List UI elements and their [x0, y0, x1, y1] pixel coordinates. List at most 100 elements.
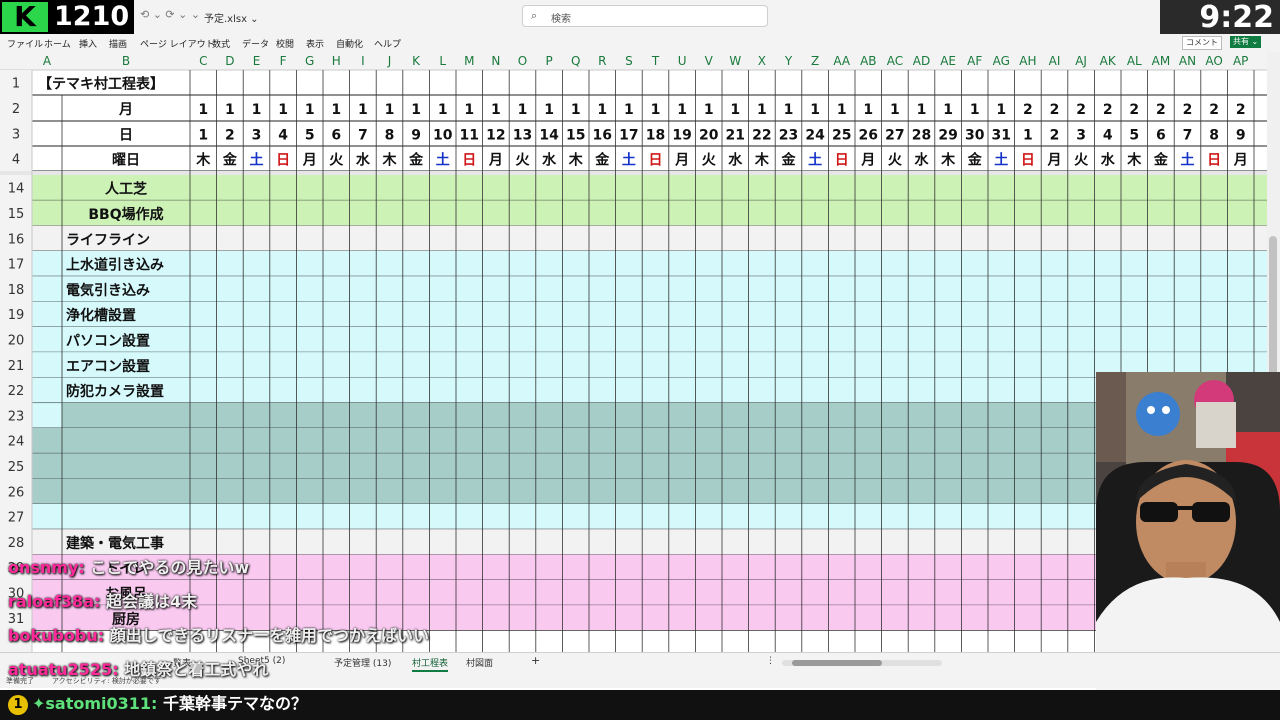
weekday-cell[interactable]: 月	[302, 153, 317, 169]
column-header[interactable]: N	[491, 54, 500, 68]
column-header[interactable]: P	[545, 54, 552, 68]
selected-cell[interactable]	[32, 403, 62, 428]
task-label[interactable]: 電気引き込み	[66, 282, 150, 299]
column-header[interactable]: AA	[833, 54, 851, 68]
task-label[interactable]: 防犯カメラ設置	[66, 383, 164, 400]
column-header[interactable]: Y	[784, 54, 793, 68]
day-cell[interactable]: 6	[1156, 128, 1166, 144]
row-number[interactable]: 18	[8, 283, 25, 298]
row-number[interactable]: 21	[8, 359, 25, 374]
column-header[interactable]: R	[598, 54, 606, 68]
menu-item[interactable]: 自動化	[336, 37, 363, 50]
month-cell[interactable]: 1	[757, 102, 767, 118]
column-header[interactable]: AF	[967, 54, 982, 68]
month-cell[interactable]: 1	[331, 102, 341, 118]
row-number[interactable]: 20	[8, 333, 25, 348]
column-header[interactable]: B	[122, 54, 130, 68]
month-cell[interactable]: 1	[252, 102, 262, 118]
weekday-cell[interactable]: 月	[674, 153, 689, 169]
row-number[interactable]: 15	[8, 207, 25, 222]
day-cell[interactable]: 4	[278, 128, 288, 144]
row-label[interactable]: 日	[119, 128, 133, 144]
file-name[interactable]: 予定.xlsx ⌄	[204, 10, 259, 25]
day-cell[interactable]: 4	[1103, 128, 1113, 144]
weekday-cell[interactable]: 金	[781, 152, 797, 169]
task-label[interactable]: パソコン設置	[66, 332, 150, 349]
weekday-cell[interactable]: 土	[994, 152, 1008, 169]
column-header[interactable]: F	[280, 54, 287, 68]
month-cell[interactable]: 1	[597, 102, 607, 118]
day-cell[interactable]: 30	[965, 128, 985, 144]
weekday-cell[interactable]: 日	[1207, 153, 1221, 169]
row-number[interactable]: 2	[12, 102, 20, 117]
row-number[interactable]: 24	[8, 435, 25, 450]
month-cell[interactable]: 1	[411, 102, 421, 118]
day-cell[interactable]: 12	[486, 128, 505, 144]
column-header[interactable]: A	[43, 54, 52, 68]
month-cell[interactable]: 1	[837, 102, 847, 118]
month-cell[interactable]: 1	[198, 102, 208, 118]
sheet-tab-village-map[interactable]: 村図面	[466, 656, 493, 669]
weekday-cell[interactable]: 日	[276, 153, 290, 169]
month-cell[interactable]: 1	[305, 102, 315, 118]
weekday-cell[interactable]: 水	[728, 152, 743, 169]
month-cell[interactable]: 1	[970, 102, 980, 118]
task-label[interactable]: 上水道引き込み	[66, 257, 164, 274]
month-cell[interactable]: 1	[358, 102, 368, 118]
month-cell[interactable]: 2	[1023, 102, 1033, 118]
weekday-cell[interactable]: 土	[1181, 152, 1195, 169]
month-cell[interactable]: 1	[464, 102, 474, 118]
column-header[interactable]: U	[678, 54, 687, 68]
menu-item[interactable]: 描画	[109, 37, 127, 50]
month-cell[interactable]: 1	[810, 102, 820, 118]
menu-item[interactable]: データ	[242, 37, 269, 50]
column-header[interactable]: AK	[1100, 54, 1117, 68]
month-cell[interactable]: 2	[1183, 102, 1193, 118]
row-number[interactable]: 16	[8, 232, 25, 247]
task-label[interactable]: 人工芝	[105, 181, 147, 198]
day-cell[interactable]: 5	[305, 128, 315, 144]
day-cell[interactable]: 18	[646, 128, 665, 144]
month-cell[interactable]: 1	[544, 102, 554, 118]
weekday-cell[interactable]: 金	[222, 152, 238, 169]
day-cell[interactable]: 3	[1076, 128, 1086, 144]
month-cell[interactable]: 1	[651, 102, 661, 118]
month-cell[interactable]: 2	[1103, 102, 1113, 118]
weekday-cell[interactable]: 水	[1101, 152, 1116, 169]
row-number[interactable]: 22	[8, 384, 25, 399]
menu-item[interactable]: 校閲	[276, 37, 294, 50]
month-cell[interactable]: 1	[677, 102, 687, 118]
column-header[interactable]: AP	[1233, 54, 1248, 68]
menu-item[interactable]: ページ レイアウト	[140, 37, 215, 50]
column-header[interactable]: AE	[940, 54, 956, 68]
row-label[interactable]: 曜日	[112, 153, 140, 169]
task-label[interactable]: ライフライン	[66, 232, 150, 248]
column-header[interactable]: O	[518, 54, 527, 68]
day-cell[interactable]: 9	[411, 128, 421, 144]
month-cell[interactable]: 1	[518, 102, 528, 118]
weekday-cell[interactable]: 日	[835, 153, 849, 169]
row-number[interactable]: 25	[8, 460, 25, 475]
day-cell[interactable]: 23	[779, 128, 798, 144]
day-cell[interactable]: 10	[433, 128, 453, 144]
month-cell[interactable]: 1	[385, 102, 395, 118]
day-cell[interactable]: 1	[198, 128, 208, 144]
column-header[interactable]: S	[625, 54, 633, 68]
weekday-cell[interactable]: 月	[1233, 153, 1248, 169]
menu-item[interactable]: 数式	[212, 37, 230, 50]
menu-item[interactable]: 表示	[306, 37, 324, 50]
weekday-cell[interactable]: 土	[250, 152, 264, 169]
weekday-cell[interactable]: 木	[382, 152, 398, 169]
day-cell[interactable]: 2	[225, 128, 235, 144]
month-cell[interactable]: 2	[1236, 102, 1246, 118]
column-header[interactable]: AN	[1179, 54, 1196, 68]
weekday-cell[interactable]: 日	[462, 153, 476, 169]
sheet-title[interactable]: 【テマキ村工程表】	[38, 76, 164, 93]
column-header[interactable]: J	[387, 54, 392, 68]
column-header[interactable]: E	[253, 54, 261, 68]
horizontal-scroll-thumb[interactable]	[792, 660, 882, 666]
day-cell[interactable]: 1	[1023, 128, 1033, 144]
sheet-tab-schedule[interactable]: 予定管理 (13)	[334, 656, 391, 669]
column-header[interactable]: D	[225, 54, 234, 68]
column-header[interactable]: Z	[811, 54, 819, 68]
